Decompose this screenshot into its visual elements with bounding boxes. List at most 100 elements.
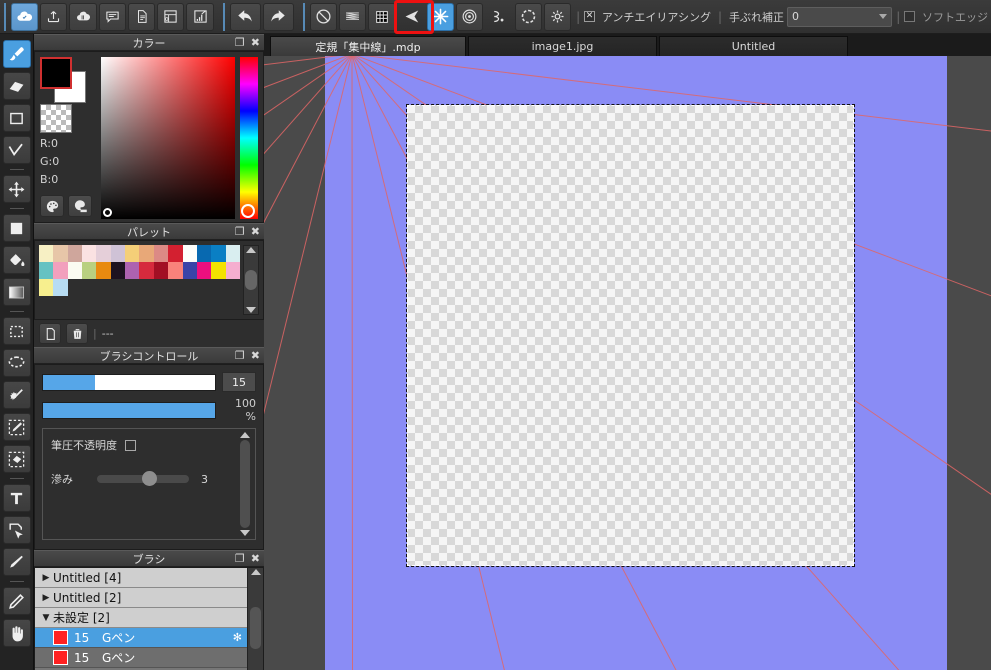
palette-swatch[interactable] bbox=[111, 262, 125, 279]
tool-select-eraser[interactable] bbox=[3, 445, 31, 473]
brush-settings-gear-icon[interactable]: ✻ bbox=[233, 631, 242, 644]
palette-swatch[interactable] bbox=[96, 245, 110, 262]
brush-group-row[interactable]: ▶Untitled [2] bbox=[35, 588, 247, 608]
trash-icon[interactable] bbox=[66, 323, 88, 344]
palette-swatch-grid[interactable] bbox=[39, 245, 240, 315]
tool-magic-wand[interactable] bbox=[3, 381, 31, 409]
upload-share-icon[interactable] bbox=[40, 3, 67, 31]
brush-list-scrollbar[interactable] bbox=[247, 568, 263, 670]
palette-swatch[interactable] bbox=[168, 262, 182, 279]
tool-eraser[interactable] bbox=[3, 72, 31, 100]
palette-swatch[interactable] bbox=[226, 262, 240, 279]
brush-item-row[interactable]: 15Gペン✻ bbox=[35, 628, 247, 648]
comment-icon[interactable] bbox=[99, 3, 126, 31]
tool-select-rect[interactable] bbox=[3, 317, 31, 345]
brush-list[interactable]: ▶Untitled [4]▶Untitled [2]▼未設定 [2]15Gペン✻… bbox=[35, 568, 247, 670]
transparent-color-swatch[interactable] bbox=[40, 104, 72, 133]
scroll-down-icon[interactable] bbox=[246, 307, 256, 313]
chart-edit-icon[interactable] bbox=[186, 3, 213, 31]
redo-button[interactable] bbox=[263, 3, 294, 31]
palette-swatch[interactable] bbox=[197, 262, 211, 279]
tool-gradient[interactable] bbox=[3, 278, 31, 306]
scroll-down-icon[interactable] bbox=[240, 530, 250, 536]
palette-panel-titlebar[interactable]: パレット ❐ ✖ bbox=[34, 223, 264, 240]
ruler-polygon-icon[interactable] bbox=[515, 3, 542, 31]
document-tab[interactable]: 定規「集中線」.mdp bbox=[270, 36, 466, 56]
tool-pen[interactable] bbox=[3, 587, 31, 615]
palette-swatch[interactable] bbox=[39, 279, 53, 296]
float-icon[interactable]: ❐ bbox=[235, 552, 245, 566]
ruler-radial-icon[interactable] bbox=[427, 3, 454, 31]
ruler-none-icon[interactable] bbox=[310, 3, 337, 31]
palette-icon[interactable] bbox=[40, 195, 64, 217]
palette-swatch[interactable] bbox=[139, 245, 153, 262]
palette-swatch[interactable] bbox=[125, 262, 139, 279]
palette-swatch[interactable] bbox=[82, 245, 96, 262]
float-icon[interactable]: ❐ bbox=[235, 225, 245, 239]
ruler-curve-icon[interactable] bbox=[485, 3, 512, 31]
brush-list-titlebar[interactable]: ブラシ ❐ ✖ bbox=[34, 550, 264, 567]
palette-swatch[interactable] bbox=[211, 262, 225, 279]
palette-swatch[interactable] bbox=[168, 245, 182, 262]
artboard[interactable] bbox=[406, 104, 855, 567]
tool-line-curve[interactable] bbox=[3, 136, 31, 164]
ruler-settings-icon[interactable] bbox=[544, 3, 571, 31]
scroll-up-icon[interactable] bbox=[246, 247, 256, 253]
scroll-thumb[interactable] bbox=[245, 270, 257, 290]
scroll-up-icon[interactable] bbox=[240, 432, 250, 438]
palette-swatch[interactable] bbox=[53, 262, 67, 279]
antialias-checkbox[interactable]: ✕ bbox=[584, 11, 595, 22]
palette-swatch[interactable] bbox=[183, 262, 197, 279]
palette-swatch[interactable] bbox=[39, 262, 53, 279]
tool-fill-shape[interactable] bbox=[3, 214, 31, 242]
palette-swatch[interactable] bbox=[197, 245, 211, 262]
palette-swatch[interactable] bbox=[154, 262, 168, 279]
brush-opacity-slider[interactable] bbox=[42, 402, 216, 419]
palette-swatch[interactable] bbox=[183, 245, 197, 262]
palette-swatch[interactable] bbox=[68, 245, 82, 262]
softedge-checkbox[interactable] bbox=[904, 11, 915, 22]
undo-button[interactable] bbox=[230, 3, 261, 31]
hue-bar[interactable] bbox=[240, 57, 258, 219]
tool-rectangle[interactable] bbox=[3, 104, 31, 132]
float-icon[interactable]: ❐ bbox=[235, 36, 245, 50]
float-icon[interactable]: ❐ bbox=[235, 349, 245, 363]
ruler-perspective-icon[interactable] bbox=[398, 3, 425, 31]
scroll-thumb[interactable] bbox=[240, 440, 250, 528]
palette-swatch[interactable] bbox=[111, 245, 125, 262]
new-palette-icon[interactable] bbox=[39, 323, 61, 344]
tool-select-brush[interactable] bbox=[3, 413, 31, 441]
color-swatch-stack[interactable] bbox=[40, 57, 92, 98]
brush-group-row[interactable]: ▼未設定 [2] bbox=[35, 608, 247, 628]
document-icon[interactable] bbox=[128, 3, 155, 31]
brush-size-slider[interactable] bbox=[42, 374, 216, 391]
scroll-thumb[interactable] bbox=[250, 607, 261, 649]
brush-item-row[interactable]: 15Gペン bbox=[35, 648, 247, 668]
ruler-parallel-icon[interactable] bbox=[339, 3, 366, 31]
document-tab[interactable]: image1.jpg bbox=[468, 36, 657, 56]
chevron-right-icon[interactable]: ▶ bbox=[39, 573, 53, 583]
scroll-up-icon[interactable] bbox=[251, 569, 261, 575]
stabilizer-dropdown[interactable]: 0 bbox=[787, 7, 892, 27]
palette-swatch[interactable] bbox=[226, 245, 240, 262]
palette-swatch[interactable] bbox=[139, 262, 153, 279]
brush-params-scrollbar[interactable] bbox=[238, 432, 252, 536]
document-tab[interactable]: Untitled bbox=[659, 36, 848, 56]
ruler-concentric-circle-icon[interactable] bbox=[456, 3, 483, 31]
close-icon[interactable]: ✖ bbox=[251, 552, 260, 566]
tool-brush[interactable] bbox=[3, 40, 31, 68]
palette-swatch[interactable] bbox=[96, 262, 110, 279]
color-mixer-icon[interactable] bbox=[68, 195, 92, 217]
brush-control-titlebar[interactable]: ブラシコントロール ❐ ✖ bbox=[34, 347, 264, 364]
bleed-slider-thumb[interactable] bbox=[142, 471, 157, 486]
palette-swatch[interactable] bbox=[154, 245, 168, 262]
tool-select-lasso[interactable] bbox=[3, 349, 31, 377]
chevron-down-icon[interactable]: ▼ bbox=[39, 613, 53, 623]
cloud-brush-icon[interactable] bbox=[69, 3, 96, 31]
palette-swatch[interactable] bbox=[53, 245, 67, 262]
tool-move-selection[interactable] bbox=[3, 516, 31, 544]
tool-eyedropper[interactable] bbox=[3, 548, 31, 576]
canvas-viewport[interactable] bbox=[264, 56, 991, 670]
tool-text[interactable] bbox=[3, 484, 31, 512]
saturation-value-square[interactable] bbox=[101, 57, 235, 219]
